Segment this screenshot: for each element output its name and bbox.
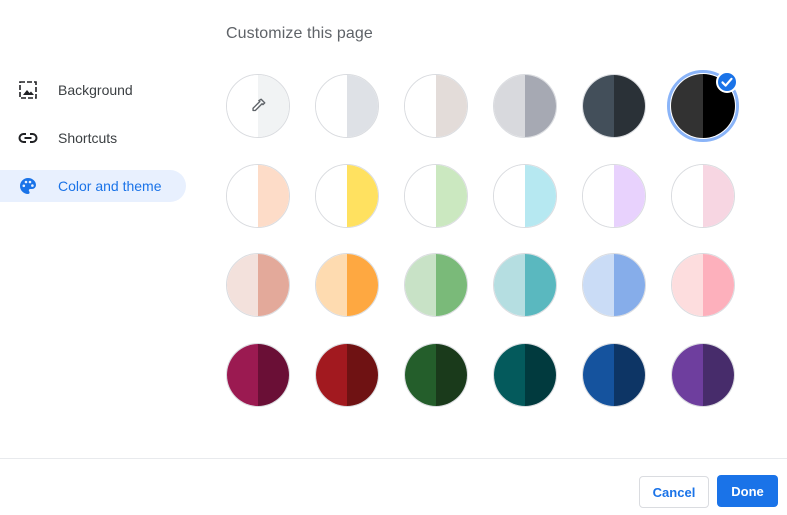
theme-swatch[interactable]	[582, 253, 646, 317]
swatch-right-half	[703, 165, 734, 227]
swatch-left-half	[316, 165, 347, 227]
theme-swatch[interactable]	[582, 164, 646, 228]
swatch-right-half	[614, 344, 645, 406]
swatch-right-half	[525, 165, 556, 227]
swatch-left-half	[494, 165, 525, 227]
swatch-left-half	[227, 165, 258, 227]
theme-swatch[interactable]	[493, 74, 557, 138]
swatch-left-half	[405, 75, 436, 137]
swatch-right-half	[525, 75, 556, 137]
swatch-right-half	[258, 344, 289, 406]
swatch-left-half	[316, 344, 347, 406]
swatch-right-half	[258, 165, 289, 227]
palette-icon	[20, 178, 36, 194]
theme-swatch[interactable]	[315, 74, 379, 138]
custom-color-swatch[interactable]	[226, 74, 290, 138]
theme-swatch[interactable]	[582, 343, 646, 407]
theme-swatch[interactable]	[226, 164, 290, 228]
swatch-right-half	[347, 165, 378, 227]
theme-swatch[interactable]	[404, 253, 468, 317]
swatch-right-half	[258, 254, 289, 316]
swatch-left-half	[494, 254, 525, 316]
swatch-left-half	[672, 165, 703, 227]
swatch-right-half	[436, 344, 467, 406]
theme-swatch[interactable]	[493, 164, 557, 228]
swatch-right-half	[525, 344, 556, 406]
swatch-left-half	[672, 254, 703, 316]
swatch-left-half	[583, 254, 614, 316]
checkmark-icon	[716, 71, 738, 93]
theme-swatch[interactable]	[671, 343, 735, 407]
theme-swatch[interactable]	[404, 343, 468, 407]
swatch-left-half	[227, 344, 258, 406]
theme-swatch[interactable]	[582, 74, 646, 138]
sidebar-item-background[interactable]: Background	[0, 74, 186, 106]
theme-swatch[interactable]	[493, 253, 557, 317]
swatch-left-half	[583, 344, 614, 406]
swatch-right-half	[614, 75, 645, 137]
swatch-right-half	[436, 254, 467, 316]
footer-divider	[0, 458, 787, 459]
theme-swatch[interactable]	[226, 253, 290, 317]
swatch-left-half	[671, 74, 703, 138]
sidebar-item-shortcuts[interactable]: Shortcuts	[0, 122, 186, 154]
background-image-icon	[19, 81, 37, 99]
sidebar-item-color-and-theme[interactable]: Color and theme	[0, 170, 186, 202]
done-button[interactable]: Done	[717, 475, 778, 507]
theme-swatch[interactable]	[404, 74, 468, 138]
theme-swatch[interactable]	[315, 253, 379, 317]
swatch-left-half	[583, 165, 614, 227]
sidebar-item-label: Color and theme	[58, 178, 162, 194]
theme-swatch[interactable]	[671, 253, 735, 317]
sidebar-item-label: Background	[58, 82, 133, 98]
cancel-button[interactable]: Cancel	[639, 476, 709, 508]
swatch-right-half	[347, 344, 378, 406]
swatch-left-half	[405, 165, 436, 227]
sidebar-item-label: Shortcuts	[58, 130, 118, 146]
swatch-right-half	[347, 254, 378, 316]
eyedropper-icon	[252, 98, 266, 112]
swatch-left-half	[316, 254, 347, 316]
swatch-left-half	[405, 344, 436, 406]
swatch-right-half	[347, 75, 378, 137]
swatch-right-half	[703, 254, 734, 316]
swatch-left-half	[316, 75, 347, 137]
swatch-right-half	[703, 344, 734, 406]
swatch-right-half	[614, 254, 645, 316]
swatch-right-half	[525, 254, 556, 316]
theme-swatch[interactable]	[404, 164, 468, 228]
theme-swatch[interactable]	[226, 343, 290, 407]
swatch-left-half	[494, 344, 525, 406]
theme-swatch[interactable]	[493, 343, 557, 407]
page-title: Customize this page	[226, 25, 373, 42]
theme-swatch[interactable]	[315, 343, 379, 407]
swatch-right-half	[436, 75, 467, 137]
swatch-left-half	[583, 75, 614, 137]
swatch-left-half	[494, 75, 525, 137]
link-icon	[18, 133, 38, 143]
swatch-left-half	[405, 254, 436, 316]
swatch-left-half	[227, 254, 258, 316]
theme-swatch[interactable]	[315, 164, 379, 228]
theme-swatch[interactable]	[671, 164, 735, 228]
swatch-right-half	[436, 165, 467, 227]
swatch-left-half	[672, 344, 703, 406]
swatch-right-half	[614, 165, 645, 227]
